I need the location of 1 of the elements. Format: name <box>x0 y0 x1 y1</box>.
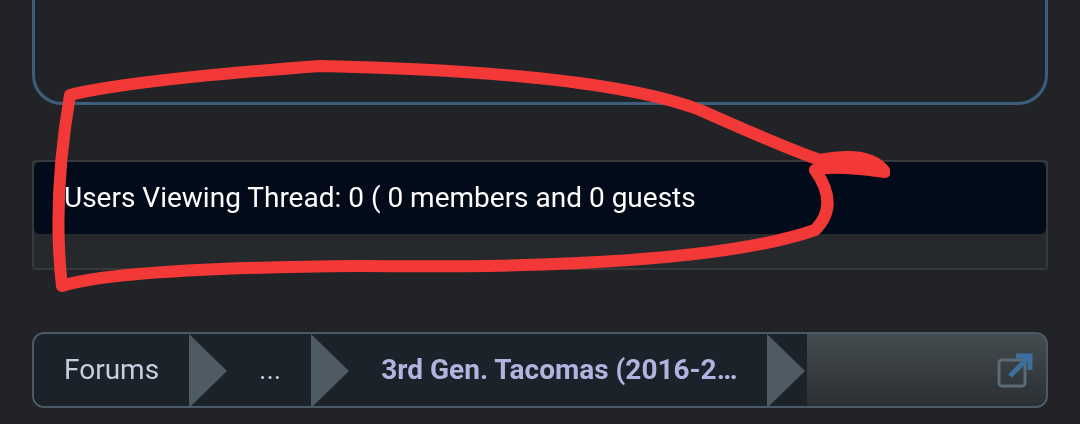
viewers-count-text: Users Viewing Thread: 0 ( 0 members and 0 guests <box>64 180 696 216</box>
